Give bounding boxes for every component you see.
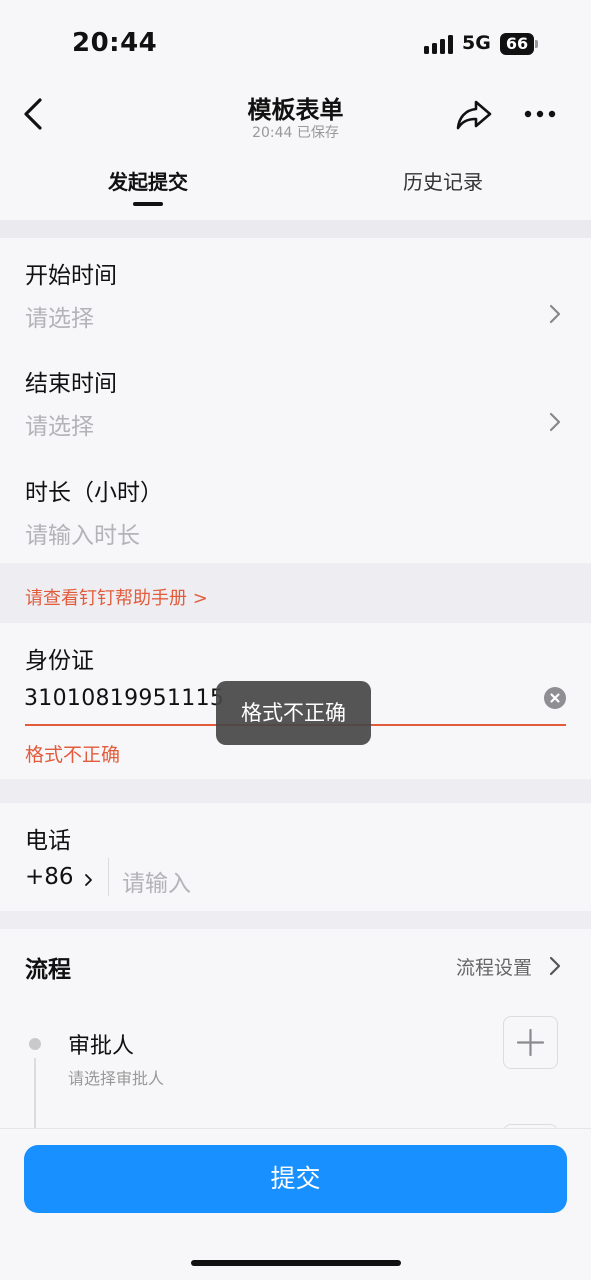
network-label: 5G [462, 32, 491, 54]
section-divider [0, 911, 591, 929]
duration-label: 时长（小时） [25, 480, 163, 506]
id-card-error: 格式不正确 [25, 744, 121, 766]
phone-input[interactable]: 请输入 [122, 864, 191, 898]
section-divider [0, 220, 591, 238]
tab-history[interactable]: 历史记录 [383, 166, 503, 195]
flow-title: 流程 [25, 957, 71, 983]
approver-label: 审批人 [68, 1034, 135, 1059]
chevron-right-icon [84, 872, 94, 886]
chevron-right-icon [545, 302, 565, 326]
chevron-right-icon [545, 410, 565, 434]
save-status: 20:44 已保存 [252, 125, 339, 141]
phone-label: 电话 [25, 828, 71, 854]
tab-submit[interactable]: 发起提交 [88, 166, 208, 195]
flow-step-line [34, 1058, 36, 1128]
submit-button[interactable]: 提交 [24, 1145, 567, 1213]
tab-active-indicator [133, 202, 163, 206]
more-icon[interactable] [520, 94, 560, 134]
status-bar: 20:44 5G 66 [0, 0, 591, 84]
end-time-label: 结束时间 [25, 371, 117, 397]
signal-icon [424, 34, 454, 54]
start-time-placeholder: 请选择 [25, 306, 94, 332]
help-manual-link[interactable]: 请查看钉钉帮助手册 > [25, 584, 208, 610]
approver-placeholder: 请选择审批人 [68, 1069, 165, 1088]
flow-step-dot [29, 1038, 41, 1050]
page-title: 模板表单 [247, 96, 344, 124]
share-icon[interactable] [454, 94, 494, 134]
id-card-label: 身份证 [25, 648, 94, 674]
chevron-right-icon [545, 954, 565, 978]
start-time-label: 开始时间 [25, 263, 117, 289]
divider [108, 858, 109, 896]
status-time: 20:44 [72, 28, 158, 58]
end-time-placeholder: 请选择 [25, 414, 94, 440]
tab-bar: 发起提交 历史记录 [0, 150, 591, 220]
clear-icon[interactable] [544, 687, 566, 709]
phone-field: 电话 [0, 803, 591, 911]
section-divider [0, 779, 591, 803]
add-approver-button[interactable] [503, 1016, 558, 1069]
flow-settings-link[interactable]: 流程设置 [456, 953, 532, 980]
country-code-select[interactable]: +86 [25, 864, 74, 890]
time-fields-card: 开始时间 请选择 结束时间 请选择 时长（小时） 请输入时长 [0, 238, 591, 563]
home-indicator [191, 1260, 401, 1266]
battery-level: 66 [500, 33, 534, 55]
screen: 20:44 5G 66 模板表单 20:44 已保存 发起提交 历史记录 开始时… [0, 0, 591, 1280]
id-card-input[interactable]: 31010819951115 [24, 686, 224, 711]
nav-bar: 模板表单 20:44 已保存 [0, 84, 591, 146]
battery-icon: 66 [500, 33, 538, 55]
toast-message: 格式不正确 [216, 681, 371, 745]
duration-input[interactable]: 请输入时长 [25, 516, 140, 550]
